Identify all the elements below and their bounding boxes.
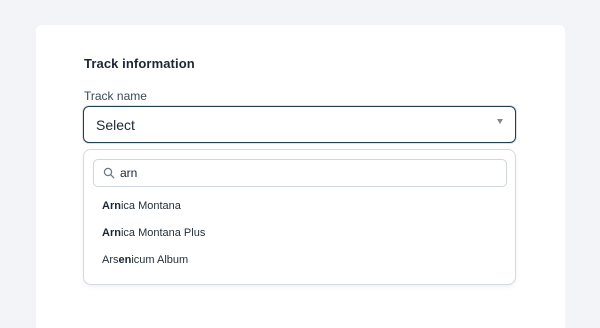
option-arnica-montana[interactable]: Arnica Montana [102,200,181,212]
option-arnica-montana-plus[interactable]: Arnica Montana Plus [102,227,205,239]
option-arsenicum-album[interactable]: Arsenicum Album [102,254,188,266]
form-card: Track information Track name Select Arni… [36,25,565,328]
option-text-match: Arn [102,227,121,239]
option-text-post: ica Montana Plus [120,227,206,239]
search-field[interactable] [93,159,507,187]
option-text-post: icum Album [131,254,189,266]
option-text-match: Arn [102,200,121,212]
option-text-match: en [118,254,132,266]
dropdown-menu: Arnica Montana Arnica Montana Plus Arsen… [83,149,516,285]
search-input[interactable] [120,160,490,186]
search-icon [103,167,115,179]
section-title: Track information [84,56,195,71]
track-name-select[interactable]: Select [83,106,516,143]
track-name-label: Track name [84,89,147,103]
chevron-down-icon [497,119,503,124]
select-value: Select [96,117,135,133]
option-text-pre: Ars [102,254,119,266]
option-text-post: ica Montana [120,200,181,212]
